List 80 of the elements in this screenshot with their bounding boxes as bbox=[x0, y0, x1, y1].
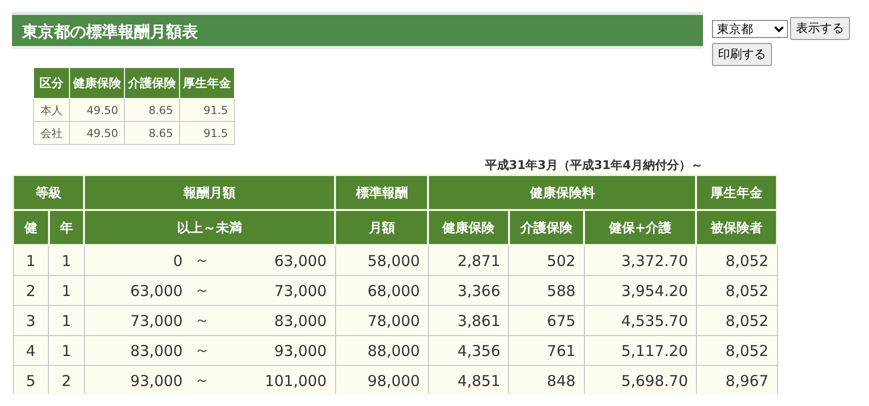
table-cell: 88,000 bbox=[335, 336, 428, 366]
table-cell: 1 bbox=[13, 245, 49, 276]
column-header: 健保+介護 bbox=[584, 210, 696, 245]
table-cell: 3,954.20 bbox=[584, 276, 696, 306]
table-cell: 1 bbox=[48, 336, 84, 366]
column-header: 年 bbox=[48, 210, 84, 245]
table-cell: ～ bbox=[190, 306, 219, 336]
table-cell: 5,117.20 bbox=[584, 336, 696, 366]
table-cell: 3,366 bbox=[428, 276, 509, 306]
table-cell: 5 bbox=[13, 366, 49, 394]
table-cell: 761 bbox=[508, 336, 584, 366]
table-cell: 2,871 bbox=[428, 245, 509, 276]
table-cell: ～ bbox=[190, 245, 219, 276]
table-cell: 98,000 bbox=[335, 366, 428, 394]
table-cell: 0 bbox=[84, 245, 191, 276]
table-cell: 848 bbox=[508, 366, 584, 394]
column-header: 標準報酬 bbox=[335, 175, 428, 210]
table-cell: 8.65 bbox=[124, 122, 180, 144]
table-cell: 8,967 bbox=[696, 366, 777, 394]
column-header: 介護保険 bbox=[124, 68, 180, 98]
table-cell: 4,535.70 bbox=[584, 306, 696, 336]
table-cell: 3,372.70 bbox=[584, 245, 696, 276]
table-cell: 1 bbox=[48, 306, 84, 336]
table-cell: 83,000 bbox=[84, 336, 191, 366]
table-cell: 73,000 bbox=[84, 306, 191, 336]
table-cell: 68,000 bbox=[335, 276, 428, 306]
column-header: 健康保険料 bbox=[428, 175, 696, 210]
show-button[interactable]: 表示する bbox=[790, 17, 850, 40]
table-cell: 4,851 bbox=[428, 366, 509, 394]
table-cell: 本人 bbox=[34, 98, 70, 122]
table-cell: 4,356 bbox=[428, 336, 509, 366]
page-title: 東京都の標準報酬月額表 bbox=[12, 12, 703, 49]
table-cell: 会社 bbox=[34, 122, 70, 144]
table-cell: 91.5 bbox=[180, 98, 234, 122]
table-cell: 1 bbox=[48, 276, 84, 306]
table-cell: 502 bbox=[508, 245, 584, 276]
table-cell: 93,000 bbox=[84, 366, 191, 394]
table-cell: 675 bbox=[508, 306, 584, 336]
table-cell: 8,052 bbox=[696, 276, 777, 306]
table-cell: ～ bbox=[190, 276, 219, 306]
column-header: 月額 bbox=[335, 210, 428, 245]
print-button[interactable]: 印刷する bbox=[712, 43, 772, 66]
table-cell: 78,000 bbox=[335, 306, 428, 336]
table-cell: ～ bbox=[190, 336, 219, 366]
table-cell: 1 bbox=[48, 245, 84, 276]
column-header: 健康保険 bbox=[70, 68, 125, 98]
column-header: 健康保険 bbox=[428, 210, 509, 245]
column-header: 被保険者 bbox=[696, 210, 777, 245]
table-cell: 8,052 bbox=[696, 336, 777, 366]
table-cell: 8,052 bbox=[696, 245, 777, 276]
table-cell: 4 bbox=[13, 336, 49, 366]
table-cell: 8.65 bbox=[124, 98, 180, 122]
table-cell: 3 bbox=[13, 306, 49, 336]
table-cell: 5,698.70 bbox=[584, 366, 696, 394]
table-cell: 93,000 bbox=[218, 336, 336, 366]
table-cell: 101,000 bbox=[218, 366, 336, 394]
table-cell: 49.50 bbox=[70, 122, 125, 144]
table-cell: 91.5 bbox=[180, 122, 234, 144]
column-header: 健 bbox=[13, 210, 49, 245]
table-cell: ～ bbox=[190, 366, 219, 394]
table-cell: 3,861 bbox=[428, 306, 509, 336]
table-cell: 8,052 bbox=[696, 306, 777, 336]
table-cell: 49.50 bbox=[70, 98, 125, 122]
period-label: 平成31年3月（平成31年4月納付分）～ bbox=[484, 158, 703, 172]
table-cell: 58,000 bbox=[335, 245, 428, 276]
column-header: 等級 bbox=[13, 175, 84, 210]
column-header: 報酬月額 bbox=[84, 175, 336, 210]
table-cell: 63,000 bbox=[84, 276, 191, 306]
table-cell: 588 bbox=[508, 276, 584, 306]
table-cell: 83,000 bbox=[218, 306, 336, 336]
column-header: 介護保険 bbox=[508, 210, 584, 245]
column-header: 厚生年金 bbox=[696, 175, 777, 210]
prefecture-dropdown[interactable]: 東京都 bbox=[712, 20, 788, 38]
table-cell: 63,000 bbox=[218, 245, 336, 276]
column-header: 以上～未満 bbox=[84, 210, 336, 245]
table-cell: 2 bbox=[48, 366, 84, 394]
table-cell: 2 bbox=[13, 276, 49, 306]
table-cell: 73,000 bbox=[218, 276, 336, 306]
column-header: 厚生年金 bbox=[180, 68, 234, 98]
column-header: 区分 bbox=[34, 68, 70, 98]
